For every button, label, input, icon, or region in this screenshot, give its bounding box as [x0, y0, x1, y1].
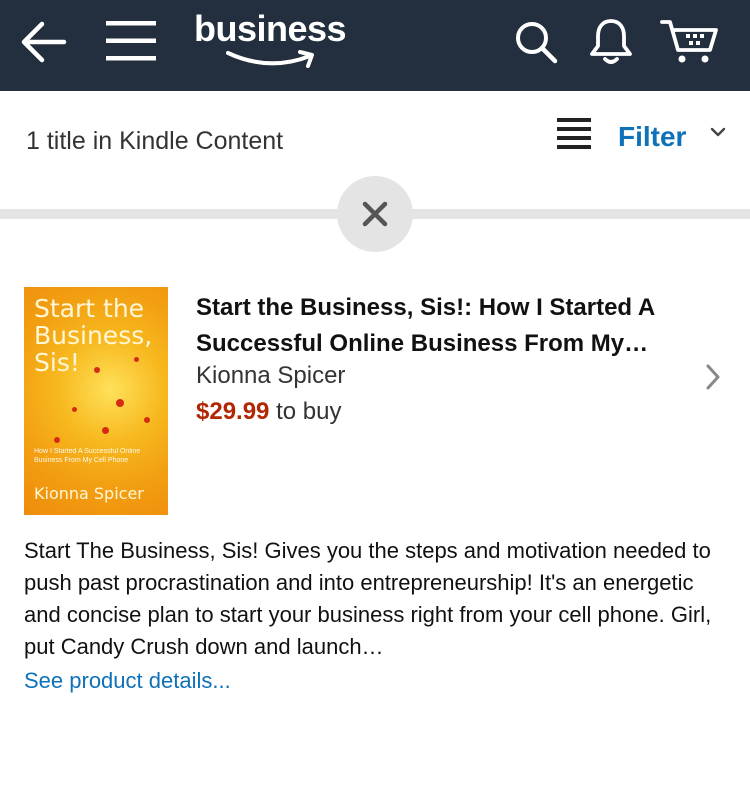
back-arrow-icon[interactable]: [18, 18, 70, 66]
result-count: 1 title in Kindle Content: [26, 127, 284, 155]
price-value: $29.99: [196, 398, 270, 425]
chevron-down-icon[interactable]: [710, 126, 726, 138]
logo-text: business: [194, 8, 347, 49]
filter-button[interactable]: Filter: [618, 121, 686, 153]
clear-filters-button[interactable]: [337, 176, 413, 252]
cover-title-line: Business,: [34, 321, 153, 350]
amazon-business-logo[interactable]: business: [194, 8, 354, 68]
logo-smile-icon: [226, 50, 314, 68]
chevron-right-icon[interactable]: [704, 363, 722, 391]
book-cover-image[interactable]: Start the Business, Sis! How I Started A…: [24, 287, 168, 515]
cover-decoration: [102, 427, 109, 434]
bell-icon[interactable]: [588, 16, 634, 66]
product-author: Kionna Spicer: [196, 362, 346, 389]
cover-author: Kionna Spicer: [34, 484, 144, 503]
cover-decoration: [72, 407, 77, 412]
top-nav-bar: business: [0, 0, 750, 91]
cover-title-line: Start the: [34, 294, 145, 323]
cover-subtitle: How I Started A Successful Online Busine…: [34, 448, 141, 464]
product-title[interactable]: Start the Business, Sis!: How I Started …: [196, 290, 696, 362]
cover-title-line: Sis!: [34, 348, 80, 377]
see-product-details-link[interactable]: See product details...: [24, 668, 231, 694]
cover-decoration: [144, 417, 150, 423]
cart-icon[interactable]: [660, 16, 720, 66]
cover-decoration: [54, 437, 60, 443]
close-icon: [362, 201, 388, 227]
list-view-icon[interactable]: [557, 117, 591, 151]
cover-decoration: [116, 399, 124, 407]
product-description: Start The Business, Sis! Gives you the s…: [24, 538, 712, 659]
cover-title: Start the Business, Sis!: [34, 295, 152, 376]
price-suffix: to buy: [276, 398, 342, 425]
search-icon[interactable]: [513, 19, 559, 65]
product-price: $29.99 to buy: [196, 398, 341, 426]
menu-icon[interactable]: [104, 18, 158, 64]
